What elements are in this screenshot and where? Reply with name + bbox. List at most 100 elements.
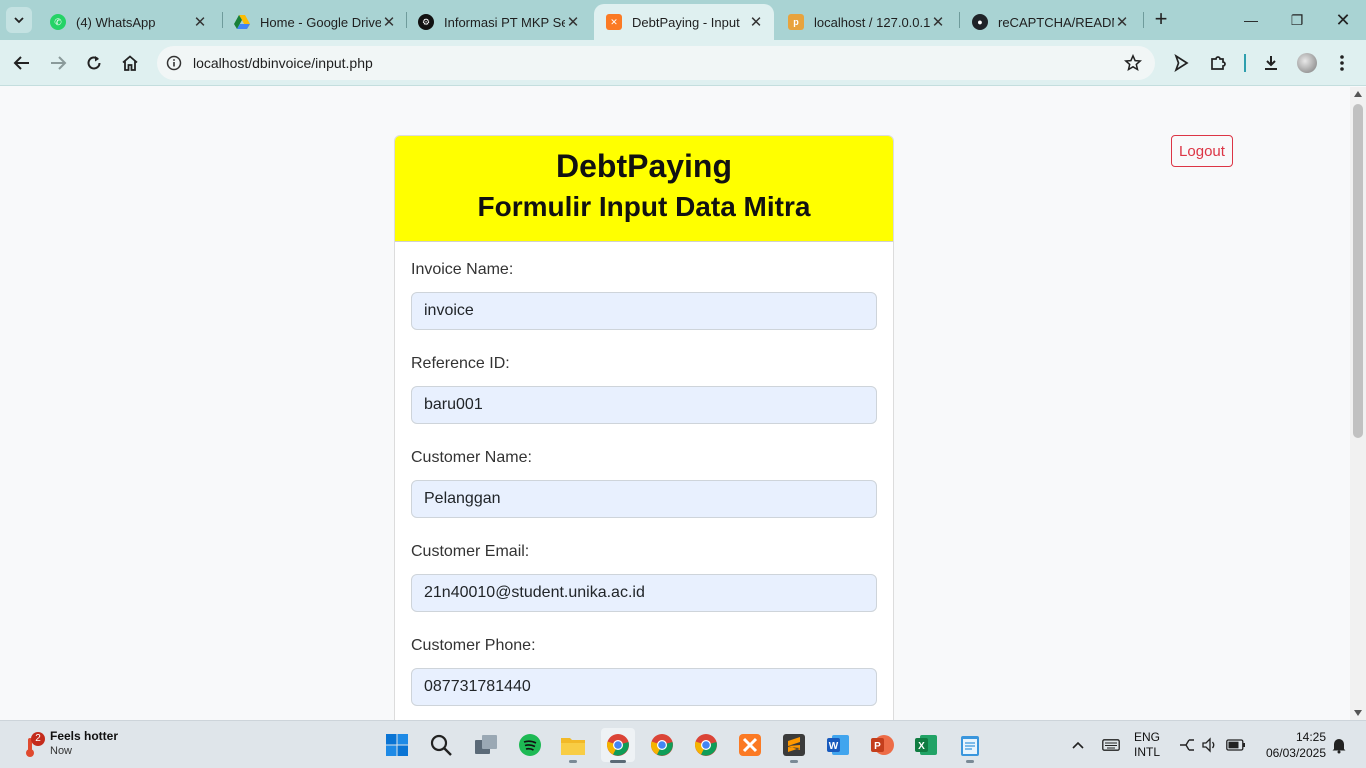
spotify-app[interactable]: [513, 728, 547, 762]
minimize-button[interactable]: —: [1231, 6, 1271, 34]
keyboard-icon: [1102, 739, 1120, 751]
notepad-icon: [961, 736, 979, 756]
customer-email-group: Customer Email: 21n40010@student.unika.a…: [411, 540, 877, 612]
invoice-name-group: Invoice Name: invoice: [411, 258, 877, 330]
openai-icon: ⚙: [418, 14, 434, 30]
language-indicator[interactable]: ENG INTL: [1134, 721, 1160, 768]
xampp-app[interactable]: [733, 728, 767, 762]
file-explorer-app[interactable]: [556, 728, 590, 763]
tab-search-button[interactable]: [6, 7, 32, 33]
customer-name-input[interactable]: Pelanggan: [411, 480, 877, 518]
word-app[interactable]: W: [821, 728, 855, 762]
scroll-up-arrow-icon[interactable]: [1354, 91, 1362, 97]
bookmark-star-icon[interactable]: [1123, 53, 1143, 73]
downloads-button[interactable]: [1259, 51, 1283, 75]
tab-title: Informasi PT MKP Ser: [444, 14, 565, 30]
reference-id-input[interactable]: baru001: [411, 386, 877, 424]
google-drive-icon: [234, 14, 250, 30]
show-hidden-icons-button[interactable]: [1071, 721, 1085, 768]
invoice-name-label: Invoice Name:: [411, 261, 514, 278]
forward-button[interactable]: [46, 51, 70, 75]
chevron-down-icon: [14, 17, 24, 24]
word-icon: W: [827, 735, 849, 755]
excel-app[interactable]: X: [909, 728, 943, 762]
page-viewport: Logout DebtPaying Formulir Input Data Mi…: [0, 87, 1350, 720]
invoice-name-input[interactable]: invoice: [411, 292, 877, 330]
search-button[interactable]: [424, 728, 458, 762]
home-button[interactable]: [118, 51, 142, 75]
clock-date: 06/03/2025: [1265, 746, 1326, 760]
close-window-button[interactable]: ✕: [1323, 6, 1363, 34]
battery-tray-button[interactable]: [1226, 721, 1246, 768]
tab-debtpaying[interactable]: ✕ DebtPaying - Input ✕: [594, 4, 774, 40]
search-icon: [430, 734, 452, 756]
sublime-text-icon: [783, 734, 805, 756]
chrome-app-3[interactable]: [689, 728, 723, 762]
network-tray-button[interactable]: [1178, 721, 1196, 768]
new-tab-button[interactable]: +: [1150, 8, 1172, 32]
tab-google-drive[interactable]: Home - Google Drive ✕: [222, 4, 407, 40]
weather-widget[interactable]: 2 Feels hotter Now: [18, 727, 138, 763]
excel-icon: X: [915, 735, 937, 755]
close-tab-icon[interactable]: ✕: [565, 13, 581, 31]
customer-phone-label: Customer Phone:: [411, 637, 536, 654]
chrome-icon: [607, 734, 629, 756]
close-tab-icon[interactable]: ✕: [748, 13, 764, 31]
send-tab-button[interactable]: [1169, 51, 1193, 75]
notification-center-button[interactable]: [1331, 721, 1347, 768]
keyboard-layout: INTL: [1134, 745, 1161, 759]
close-tab-icon[interactable]: ✕: [930, 13, 946, 31]
form-subtitle: Formulir Input Data Mitra: [477, 191, 811, 222]
page-title: DebtPaying: [555, 148, 733, 184]
powerpoint-app[interactable]: P: [865, 728, 899, 762]
start-button[interactable]: [380, 728, 414, 762]
page-scrollbar[interactable]: [1350, 87, 1366, 720]
menu-button[interactable]: [1330, 51, 1354, 75]
notepad-app[interactable]: [953, 728, 987, 763]
form-header: DebtPaying Formulir Input Data Mitra: [395, 136, 893, 242]
bell-icon: [1332, 739, 1346, 754]
tab-strip: ✆ (4) WhatsApp ✕ Home - Google Drive ✕ ⚙…: [0, 0, 1366, 40]
puzzle-icon: [1211, 56, 1226, 70]
reload-button[interactable]: [82, 51, 106, 75]
download-icon: [1265, 56, 1277, 70]
tab-title: DebtPaying - Input: [632, 14, 740, 30]
windows-logo-icon: [386, 734, 408, 756]
windows-taskbar: 2 Feels hotter Now W P X ENG INTL 14:25 …: [0, 720, 1366, 768]
task-view-button[interactable]: [469, 728, 503, 762]
back-button[interactable]: [10, 51, 34, 75]
profile-button[interactable]: [1295, 51, 1319, 75]
reference-id-group: Reference ID: baru001: [411, 352, 877, 424]
chevron-up-icon: [1072, 741, 1084, 749]
restore-button[interactable]: ❐: [1277, 6, 1317, 34]
site-info-icon[interactable]: [165, 54, 183, 72]
volume-tray-button[interactable]: [1202, 721, 1218, 768]
scrollbar-thumb[interactable]: [1353, 104, 1363, 438]
close-tab-icon[interactable]: ✕: [192, 13, 208, 31]
notification-badge: 2: [31, 732, 45, 746]
sublime-text-app[interactable]: [777, 728, 811, 763]
system-clock[interactable]: 14:25 06/03/2025: [1250, 729, 1326, 761]
spotify-icon: [519, 734, 541, 756]
customer-email-label: Customer Email:: [411, 543, 530, 560]
folder-icon: [561, 738, 585, 755]
tab-phpmyadmin[interactable]: p localhost / 127.0.0.1:3 ✕: [776, 4, 956, 40]
tab-github[interactable]: ● reCAPTCHA/READM ✕: [960, 4, 1140, 40]
keyboard-tray-button[interactable]: [1102, 721, 1120, 768]
close-tab-icon[interactable]: ✕: [381, 13, 397, 31]
tab-informasi[interactable]: ⚙ Informasi PT MKP Ser ✕: [406, 4, 591, 40]
chrome-app-2[interactable]: [645, 728, 679, 762]
scroll-down-arrow-icon[interactable]: [1354, 710, 1362, 716]
url-text[interactable]: localhost/dbinvoice/input.php: [193, 55, 373, 71]
chrome-icon: [695, 734, 717, 756]
customer-email-input[interactable]: 21n40010@student.unika.ac.id: [411, 574, 877, 612]
tab-whatsapp[interactable]: ✆ (4) WhatsApp ✕: [38, 4, 218, 40]
tab-title: Home - Google Drive: [260, 14, 381, 30]
chrome-app-active[interactable]: [601, 728, 635, 763]
close-tab-icon[interactable]: ✕: [1114, 13, 1130, 31]
home-icon: [122, 55, 138, 71]
logout-button[interactable]: Logout: [1171, 135, 1233, 167]
address-bar[interactable]: localhost/dbinvoice/input.php: [157, 46, 1155, 80]
customer-phone-input[interactable]: 087731781440: [411, 668, 877, 706]
extensions-button[interactable]: [1206, 51, 1230, 75]
